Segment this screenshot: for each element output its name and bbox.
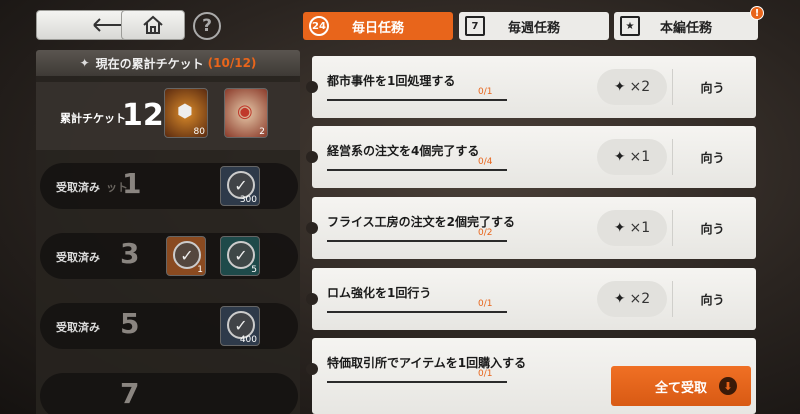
ticket-icon: ✦ — [613, 79, 626, 95]
go-button[interactable]: 向う — [672, 69, 752, 105]
current-tickets-label: 累計チケット — [60, 112, 126, 125]
mission-card: フライス工房の注文を2個完了する 0/2 ✦ ×1 向う — [306, 197, 756, 259]
claim-all-button[interactable]: 全て受取 ⬇ — [611, 366, 751, 406]
mission-progress: 0/1 — [478, 299, 493, 309]
home-icon — [143, 15, 163, 34]
go-button[interactable]: 向う — [672, 139, 752, 175]
mission-reward: ✦ ×1 — [597, 210, 667, 246]
mission-title: 都市事件を1回処理する — [327, 74, 456, 88]
ticket-icon: ✦ — [79, 56, 90, 70]
download-arrow-icon: ⬇ — [719, 377, 737, 395]
milestone-row: 7 — [40, 373, 298, 414]
item-qty: 300 — [239, 195, 257, 205]
card-notch — [306, 151, 318, 163]
milestone-row: 受取済み 5 ✓ 400 — [40, 303, 298, 349]
mission-progress: 0/1 — [478, 87, 493, 97]
card-notch — [306, 363, 318, 375]
mission-title: 特価取引所でアイテムを1回購入する — [327, 356, 527, 370]
mission-card: ロム強化を1回行う 0/1 ✦ ×2 向う — [306, 268, 756, 330]
tab-daily-label: 毎日任務 — [351, 20, 404, 36]
claimed-label: 受取済み — [56, 181, 100, 194]
mission-progress-bar — [327, 99, 507, 101]
mission-progress: 0/1 — [478, 369, 493, 379]
canned-food-icon: ◉ — [237, 101, 253, 122]
reward-count: ×2 — [629, 79, 651, 95]
mission-card: 経営系の注文を4個完了する 0/4 ✦ ×1 向う — [306, 126, 756, 188]
help-icon[interactable]: ? — [193, 12, 221, 40]
reward-item[interactable]: ✓ 400 — [220, 306, 260, 346]
mission-progress-bar — [327, 240, 507, 242]
go-button[interactable]: 向う — [672, 210, 752, 246]
item-qty: 80 — [193, 127, 205, 137]
mission-reward: ✦ ×2 — [597, 281, 667, 317]
milestone-number: 3 — [120, 237, 140, 270]
reward-item[interactable]: ✓ 300 — [220, 166, 260, 206]
main-story-star-icon: ★ — [620, 16, 640, 36]
reward-item-canned-food[interactable]: ◉ 2 — [224, 88, 268, 138]
ticket-header-label: 現在の累計チケット — [95, 56, 204, 71]
ticket-icon: ✦ — [613, 220, 626, 236]
notification-badge: ! — [750, 6, 764, 20]
mission-progress-bar — [327, 381, 507, 383]
claim-all-label: 全て受取 — [654, 380, 707, 396]
reward-count: ×2 — [629, 291, 651, 307]
mission-title: 経営系の注文を4個完了する — [327, 144, 480, 158]
card-notch — [306, 81, 318, 93]
mission-progress: 0/4 — [478, 157, 493, 167]
item-qty: 5 — [251, 265, 257, 275]
claimed-label: 受取済み — [56, 321, 100, 334]
reward-count: ×1 — [629, 149, 651, 165]
daily-24-icon: 24 — [309, 16, 329, 36]
milestone-row: 受取済み ット 1 ✓ 300 — [40, 163, 298, 209]
card-notch — [306, 293, 318, 305]
reward-item[interactable]: ✓ 5 — [220, 236, 260, 276]
tab-daily[interactable]: 24 毎日任務 — [303, 12, 453, 40]
milestone-number: 1 — [122, 167, 142, 200]
go-button[interactable]: 向う — [672, 281, 752, 317]
milestone-number: 5 — [120, 307, 140, 340]
claimed-label: 受取済み — [56, 251, 100, 264]
ticket-header-count: (10/12) — [207, 56, 257, 70]
ticket-icon: ✦ — [613, 149, 626, 165]
tab-main-story[interactable]: ★ 本編任務 ! — [614, 6, 764, 40]
item-qty: 400 — [239, 335, 257, 345]
milestone-row: 受取済み 3 ✓ 1 ✓ 5 — [40, 233, 298, 279]
coin-pile-icon: ⬢ — [177, 101, 193, 122]
mission-title: ロム強化を1回行う — [327, 286, 432, 300]
home-button[interactable] — [121, 10, 185, 40]
reward-item[interactable]: ✓ 1 — [166, 236, 206, 276]
milestone-number: 7 — [120, 377, 140, 410]
item-qty: 1 — [197, 265, 203, 275]
ticket-icon: ✦ — [613, 291, 626, 307]
card-notch — [306, 222, 318, 234]
reward-item-coin-pile[interactable]: ⬢ 80 — [164, 88, 208, 138]
item-qty: 2 — [259, 127, 265, 137]
mission-reward: ✦ ×1 — [597, 139, 667, 175]
current-tickets-row: 累計チケット 12 ⬢ 80 ◉ 2 — [36, 82, 300, 150]
mission-progress-bar — [327, 169, 507, 171]
tab-weekly[interactable]: 7 毎週任務 — [459, 12, 609, 40]
weekly-calendar-icon: 7 — [465, 16, 485, 36]
mission-reward: ✦ ×2 — [597, 69, 667, 105]
tab-main-story-label: 本編任務 — [659, 20, 712, 36]
tab-weekly-label: 毎週任務 — [507, 20, 560, 36]
mission-progress-bar — [327, 311, 507, 313]
reward-count: ×1 — [629, 220, 651, 236]
current-tickets-number: 12 — [122, 98, 164, 133]
ticket-header: ✦ 現在の累計チケット (10/12) — [36, 50, 300, 76]
mission-progress: 0/2 — [478, 228, 493, 238]
mission-card: 都市事件を1回処理する 0/1 ✦ ×2 向う — [306, 56, 756, 118]
